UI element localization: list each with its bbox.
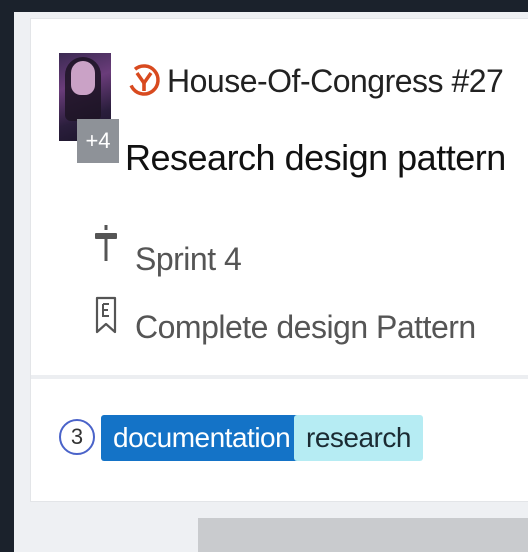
avatar-face (71, 61, 95, 95)
issue-title[interactable]: Research design pattern (125, 137, 506, 179)
issue-card[interactable]: +4 House-Of-Congress #27 Research design… (30, 18, 528, 502)
estimate-badge: 3 (59, 419, 95, 455)
board-column: +4 House-Of-Congress #27 Research design… (14, 12, 528, 552)
repo-logo-icon (128, 64, 160, 96)
milestone-text[interactable]: Sprint 4 (135, 241, 242, 278)
milestone-icon (95, 225, 117, 261)
card-body: +4 House-Of-Congress #27 Research design… (31, 19, 528, 377)
bookmark-epic-icon (95, 296, 117, 334)
label-research[interactable]: research (294, 415, 423, 461)
label-documentation[interactable]: documentation (101, 415, 303, 461)
epic-text[interactable]: Complete design Pattern (135, 309, 476, 346)
horizontal-scrollbar[interactable] (198, 518, 528, 552)
card-divider (31, 375, 528, 379)
additional-assignees-badge[interactable]: +4 (77, 119, 119, 163)
repo-issue-reference[interactable]: House-Of-Congress #27 (167, 63, 504, 100)
